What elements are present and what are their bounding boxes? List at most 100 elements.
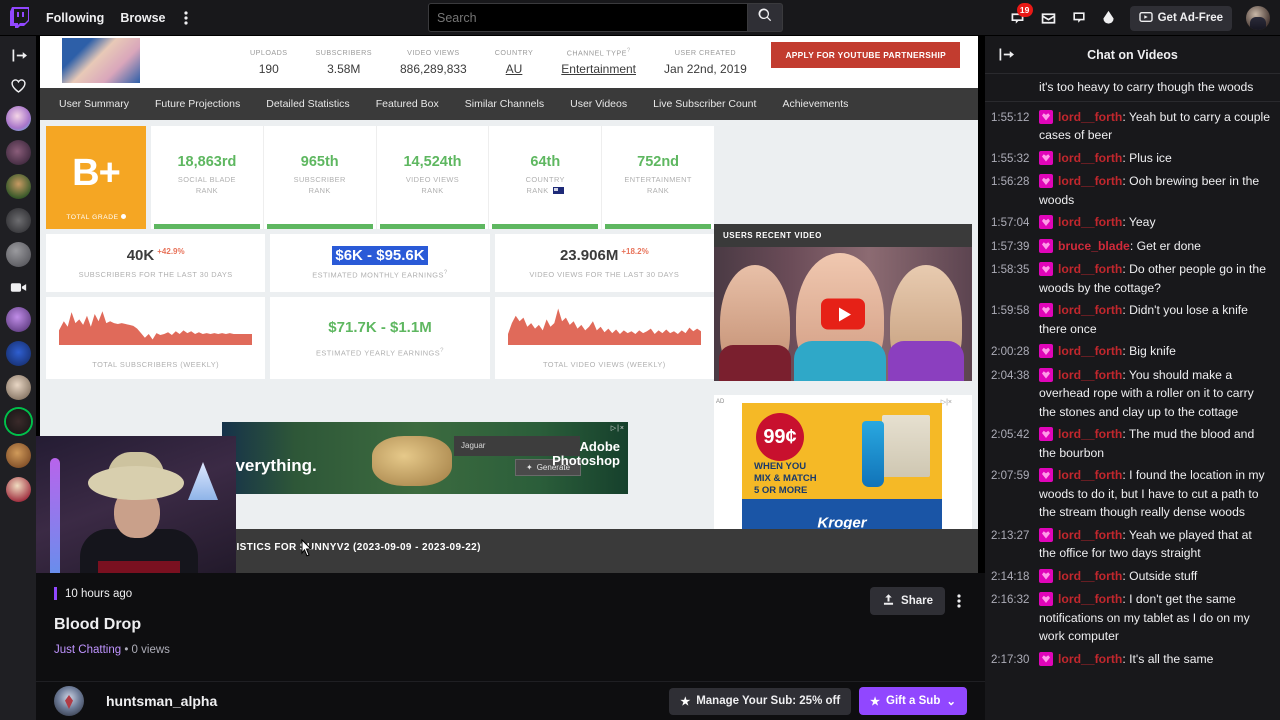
message-body: lord__forth: Yeay [1039, 213, 1272, 232]
sidebar-item-channel-3[interactable] [5, 174, 31, 199]
message-username[interactable]: lord__forth [1058, 174, 1122, 188]
sidebar-item-channel-10[interactable] [5, 443, 31, 468]
sidebar-item-channel-9[interactable] [5, 409, 31, 434]
drops-icon[interactable] [1101, 10, 1116, 27]
video-camera-icon[interactable] [7, 276, 29, 298]
ad-close-icon[interactable]: ▷|× [941, 398, 952, 406]
search-input[interactable] [428, 3, 748, 32]
chat-message: 2:00:28 lord__forth: Big knife [985, 340, 1280, 364]
metric-label: SUBSCRIBERS FOR THE LAST 30 DAYS [78, 270, 233, 279]
message-username[interactable]: lord__forth [1058, 427, 1122, 441]
expand-sidebar-icon[interactable] [7, 44, 29, 66]
sidebar-item-channel-8[interactable] [5, 375, 31, 400]
video-category-link[interactable]: Just Chatting [54, 644, 121, 656]
message-username[interactable]: lord__forth [1058, 652, 1122, 666]
tab-similar-channels[interactable]: Similar Channels [452, 98, 557, 110]
views-sparkline [507, 308, 701, 345]
stat-value[interactable]: Entertainment [561, 62, 636, 76]
chat-message-list[interactable]: it's too heavy to carry though the woods… [985, 74, 1280, 720]
subscriber-badge-icon[interactable] [1039, 427, 1053, 441]
notifications-icon[interactable]: 19 [1009, 2, 1033, 27]
search-button[interactable] [748, 3, 783, 32]
channel-avatar[interactable] [54, 686, 84, 716]
message-username[interactable]: lord__forth [1058, 344, 1122, 358]
nav-right-actions: 19 Get Ad-Free [1009, 0, 1274, 36]
help-icon[interactable]: ? [627, 48, 631, 54]
message-username[interactable]: lord__forth [1058, 592, 1122, 606]
subscriber-badge-icon[interactable] [1039, 174, 1053, 188]
subscriber-badge-icon[interactable] [1039, 344, 1053, 358]
subscriber-badge-icon[interactable] [1039, 238, 1053, 253]
followed-channels-icon[interactable] [7, 75, 29, 97]
tab-detailed-statistics[interactable]: Detailed Statistics [253, 98, 362, 110]
subscriber-badge-icon[interactable] [1039, 568, 1053, 583]
tab-featured-box[interactable]: Featured Box [363, 98, 452, 110]
subscriber-badge-icon[interactable] [1039, 150, 1053, 165]
subscriber-badge-icon[interactable] [1039, 651, 1053, 666]
subscriber-badge-icon[interactable] [1039, 367, 1053, 382]
video-more-options-icon[interactable] [951, 591, 967, 611]
apply-partnership-button[interactable]: APPLY FOR YOUTUBE PARTNERSHIP [771, 42, 960, 68]
tab-user-videos[interactable]: User Videos [557, 98, 640, 110]
cowboy-hat [88, 466, 184, 500]
subscriber-badge-icon[interactable] [1039, 527, 1053, 542]
sidebar-item-channel-1[interactable] [5, 106, 31, 131]
subscriber-badge-icon[interactable] [1039, 215, 1053, 229]
chat-header: Chat on Videos [985, 36, 1280, 74]
advertisement-photoshop-banner[interactable]: l. everything. Jaguar ✦ Generate Adobe P… [222, 422, 628, 494]
message-timestamp: 1:59:58 [991, 305, 1030, 317]
nav-browse[interactable]: Browse [120, 11, 165, 25]
collapse-chat-icon[interactable] [997, 46, 1014, 63]
stat-value[interactable]: AU [495, 62, 534, 76]
message-username[interactable]: lord__forth [1058, 368, 1122, 382]
subscriber-badge-icon[interactable] [1039, 262, 1053, 276]
nav-more-icon[interactable] [181, 10, 191, 26]
sidebar-item-channel-2[interactable] [5, 140, 31, 165]
message-username[interactable]: lord__forth [1058, 569, 1122, 583]
gift-sub-button[interactable]: ★ Gift a Sub ⌄ [859, 687, 967, 715]
chat-message: 2:13:27 lord__forth: Yeah we played that… [985, 524, 1280, 565]
message-username[interactable]: lord__forth [1058, 151, 1122, 165]
share-button[interactable]: Share [870, 587, 945, 615]
message-username[interactable]: lord__forth [1058, 262, 1122, 276]
ad-creative[interactable]: 99¢ WHEN YOU MIX & MATCH 5 OR MORE Save … [742, 403, 942, 547]
user-avatar[interactable] [1246, 6, 1270, 30]
metric-value[interactable]: $6K - $95.6K [332, 245, 428, 265]
subscriber-badge-icon[interactable] [1039, 109, 1053, 124]
subscriber-badge-icon[interactable] [1039, 468, 1053, 482]
rank-bar [379, 224, 486, 229]
message-username[interactable]: lord__forth [1058, 528, 1122, 542]
message-username[interactable]: lord__forth [1058, 468, 1122, 482]
messages-icon[interactable] [1071, 10, 1087, 26]
get-ad-free-button[interactable]: Get Ad-Free [1129, 5, 1232, 31]
nav-following[interactable]: Following [46, 11, 104, 25]
help-icon[interactable]: ? [440, 348, 444, 354]
tab-user-summary[interactable]: User Summary [46, 98, 142, 110]
message-username[interactable]: lord__forth [1058, 303, 1122, 317]
sidebar-item-channel-6[interactable] [5, 307, 31, 332]
subscriber-badge-icon[interactable] [1039, 592, 1053, 606]
sidebar-item-channel-11[interactable] [5, 477, 31, 502]
message-username[interactable]: bruce_blade [1058, 239, 1130, 253]
manage-sub-button[interactable]: ★ Manage Your Sub: 25% off [669, 687, 852, 715]
tab-live-subscriber-count[interactable]: Live Subscriber Count [640, 98, 769, 110]
ad-product-boxes [882, 415, 930, 477]
sidebar-item-channel-4[interactable] [5, 208, 31, 233]
recent-video-thumbnail[interactable] [714, 247, 972, 381]
sidebar-item-channel-7[interactable] [5, 341, 31, 366]
youtube-play-icon[interactable] [821, 298, 865, 330]
message-username[interactable]: lord__forth [1058, 215, 1122, 229]
grade-letter: B+ [72, 152, 121, 194]
sidebar-item-channel-5[interactable] [5, 242, 31, 267]
ad-close-icon[interactable]: ▷|× [611, 424, 625, 432]
tab-achievements[interactable]: Achievements [769, 98, 861, 110]
twitch-logo-icon[interactable] [10, 7, 30, 28]
help-icon[interactable]: ? [444, 270, 448, 276]
message-username[interactable]: lord__forth [1058, 110, 1122, 124]
rank-value: 752nd [637, 153, 680, 170]
tab-future-projections[interactable]: Future Projections [142, 98, 253, 110]
video-player-stage[interactable]: UPLOADS 190 SUBSCRIBERS 3.58M VIDEO VIEW… [36, 36, 985, 573]
subscriber-badge-icon[interactable] [1039, 303, 1053, 317]
whispers-icon[interactable] [1040, 10, 1057, 27]
channel-name[interactable]: huntsman_alpha [106, 693, 217, 709]
